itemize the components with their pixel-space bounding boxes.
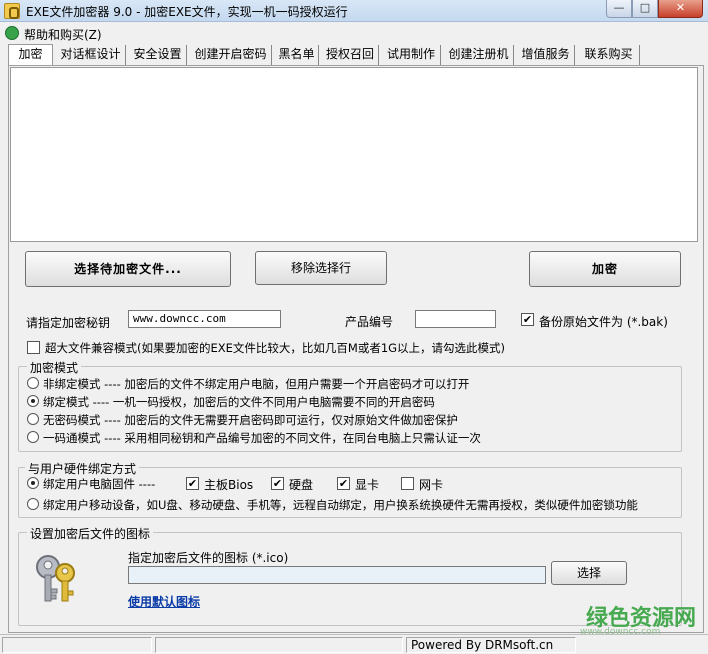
tab-license-recall[interactable]: 授权召回 <box>322 45 379 65</box>
hardware-bind-title: 与用户硬件绑定方式 <box>25 460 140 477</box>
keys-icon <box>36 555 75 602</box>
tab-strip: 加密 对话框设计 安全设置 创建开启密码 黑名单 授权召回 试用制作 创建注册机… <box>8 44 704 66</box>
bind-fixed-label: 绑定用户电脑固件 ---- <box>43 477 156 491</box>
minimize-button[interactable]: — <box>606 0 632 18</box>
maximize-button[interactable]: □ <box>632 0 658 18</box>
help-menu-icon <box>5 26 19 40</box>
tab-encrypt[interactable]: 加密 <box>8 44 53 66</box>
file-list[interactable] <box>10 67 698 242</box>
select-file-button[interactable]: 选择待加密文件... <box>25 251 231 287</box>
backup-checkbox[interactable]: ✔ <box>521 313 534 326</box>
tab-contact-buy[interactable]: 联系购买 <box>578 45 640 65</box>
status-cell-1 <box>2 637 152 653</box>
gpu-checkbox[interactable]: ✔ <box>337 477 350 490</box>
bios-checkbox[interactable]: ✔ <box>186 477 199 490</box>
tab-value-added[interactable]: 增值服务 <box>517 45 575 65</box>
status-cell-2 <box>155 637 403 653</box>
watermark-url: www.downcc.com <box>580 627 661 637</box>
secret-key-label: 请指定加密秘钥 <box>26 316 111 330</box>
harddisk-label: 硬盘 <box>289 478 314 492</box>
encrypt-mode-title: 加密模式 <box>27 359 82 376</box>
backup-label: 备份原始文件为 (*.bak) <box>539 315 668 329</box>
status-powered-by: Powered By DRMsoft.cn <box>406 637 576 653</box>
bios-label: 主板Bios <box>204 478 254 492</box>
bind-mobile-radio[interactable] <box>27 498 39 510</box>
large-file-checkbox[interactable] <box>27 341 40 354</box>
app-lock-icon <box>4 3 20 19</box>
secret-key-input[interactable]: www.downcc.com <box>128 310 281 328</box>
tab-keygen[interactable]: 创建注册机 <box>444 45 514 65</box>
mode-unbound-label: 非绑定模式 ---- 加密后的文件不绑定用户电脑，但用户需要一个开启密码才可以打… <box>43 377 470 391</box>
mode-nopassword-label: 无密码模式 ---- 加密后的文件无需要开启密码即可运行，仅对原始文件做加密保护 <box>43 413 458 427</box>
mode-bound-radio[interactable] <box>27 395 39 407</box>
nic-checkbox[interactable] <box>401 477 414 490</box>
bind-fixed-radio[interactable] <box>27 477 39 489</box>
large-file-label: 超大文件兼容模式(如果要加密的EXE文件比较大，比如几百M或者1G以上，请勾选此… <box>45 341 506 355</box>
choose-icon-button[interactable]: 选择 <box>551 561 627 585</box>
encrypt-button[interactable]: 加密 <box>529 251 681 287</box>
close-button[interactable]: ✕ <box>658 0 703 18</box>
icon-path-label: 指定加密后文件的图标 (*.ico) <box>128 551 289 565</box>
use-default-icon-link[interactable]: 使用默认图标 <box>128 593 200 610</box>
tab-trial[interactable]: 试用制作 <box>382 45 441 65</box>
menu-help-buy[interactable]: 帮助和购买(Z) <box>24 26 102 43</box>
mode-nopassword-radio[interactable] <box>27 413 39 425</box>
gpu-label: 显卡 <box>355 478 380 492</box>
tab-dialog-design[interactable]: 对话框设计 <box>56 45 126 65</box>
mode-onecode-label: 一码通模式 ---- 采用相同秘钥和产品编号加密的不同文件，在同台电脑上只需认证… <box>43 431 481 445</box>
product-id-input[interactable] <box>415 310 496 328</box>
tab-security[interactable]: 安全设置 <box>129 45 187 65</box>
icon-group-title: 设置加密后文件的图标 <box>27 525 154 542</box>
tab-create-password[interactable]: 创建开启密码 <box>190 45 272 65</box>
title-bar: EXE文件加密器 9.0 - 加密EXE文件，实现一机一码授权运行 — □ ✕ <box>0 0 708 22</box>
icon-path-input[interactable] <box>128 566 546 584</box>
product-id-label: 产品编号 <box>345 315 394 329</box>
nic-label: 网卡 <box>419 478 444 492</box>
window-title: EXE文件加密器 9.0 - 加密EXE文件，实现一机一码授权运行 <box>26 5 348 19</box>
mode-bound-label: 绑定模式 ---- 一机一码授权，加密后的文件不同用户电脑需要不同的开启密码 <box>43 395 435 409</box>
menu-bar: 帮助和购买(Z) <box>0 23 708 43</box>
status-bar: Powered By DRMsoft.cn <box>0 634 708 654</box>
harddisk-checkbox[interactable]: ✔ <box>271 477 284 490</box>
mode-unbound-radio[interactable] <box>27 377 39 389</box>
tab-blacklist[interactable]: 黑名单 <box>275 45 319 65</box>
mode-onecode-radio[interactable] <box>27 431 39 443</box>
bind-mobile-label: 绑定用户移动设备，如U盘、移动硬盘、手机等，远程自动绑定，用户换系统换硬件无需再… <box>43 498 638 512</box>
remove-selected-button[interactable]: 移除选择行 <box>255 251 387 285</box>
